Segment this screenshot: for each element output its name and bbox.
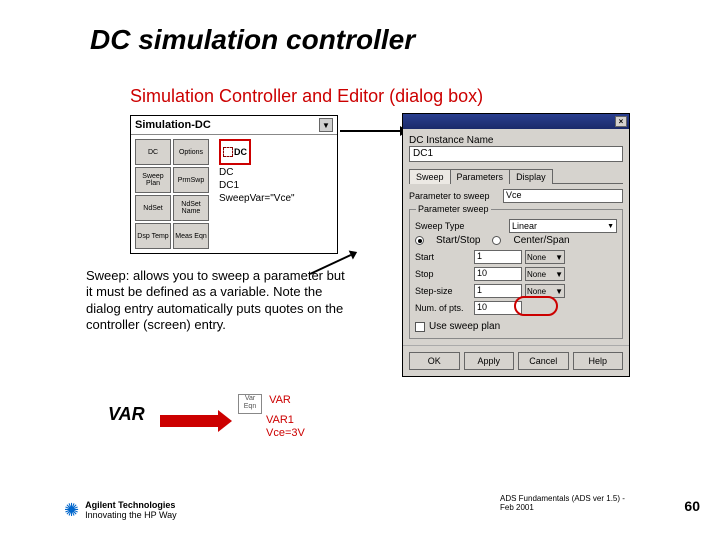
footer-right: ADS Fundamentals (ADS ver 1.5) - Feb 200… — [500, 494, 640, 512]
use-sweep-plan-checkbox[interactable] — [415, 322, 425, 332]
param-sweep-label: Parameter to sweep — [409, 191, 499, 201]
palette-btn-meas-eqn[interactable]: Meas Eqn — [173, 223, 209, 249]
sweep-type-label: Sweep Type — [415, 221, 505, 231]
start-input[interactable]: 1 — [474, 250, 522, 264]
palette-btn-sweep-plan[interactable]: Sweep Plan — [135, 167, 171, 193]
use-sweep-plan-label: Use sweep plan — [429, 321, 500, 332]
slide-title: DC simulation controller — [90, 24, 415, 56]
npts-label: Num. of pts. — [415, 303, 471, 313]
radio-start-stop-label: Start/Stop — [436, 235, 480, 246]
palette-btn-options[interactable]: Options — [173, 139, 209, 165]
var-heading: VAR — [108, 404, 145, 425]
dc-controller-icon[interactable]: DC — [219, 139, 251, 165]
instance-name-label: DC Instance Name — [409, 135, 623, 146]
instance-name-input[interactable]: DC1 — [409, 146, 623, 162]
sweep-type-select[interactable]: Linear▼ — [509, 219, 617, 233]
stop-input[interactable]: 10 — [474, 267, 522, 281]
editor-dialog: × DC Instance Name DC1 Sweep Parameters … — [402, 113, 630, 377]
palette-title: Simulation-DC — [135, 119, 211, 131]
arrow-icon — [340, 130, 400, 132]
var-block: Var Eqn VAR VAR1 Vce=3V — [238, 394, 305, 440]
fieldset-legend: Parameter sweep — [416, 204, 491, 214]
palette-header: Simulation-DC ▼ — [131, 116, 337, 135]
palette-btn-ndset[interactable]: NdSet — [135, 195, 171, 221]
dc-line-1: DC — [219, 167, 295, 178]
npts-input[interactable]: 10 — [474, 301, 522, 315]
help-button[interactable]: Help — [573, 352, 624, 370]
step-label: Step-size — [415, 286, 471, 296]
stop-unit-select[interactable]: None▼ — [525, 267, 565, 281]
dialog-titlebar: × — [403, 114, 629, 129]
var-line-2: VAR1 — [266, 414, 294, 426]
start-unit-select[interactable]: None▼ — [525, 250, 565, 264]
tab-sweep[interactable]: Sweep — [409, 169, 451, 184]
param-sweep-input[interactable]: Vce — [503, 189, 623, 203]
dc-line-2: DC1 — [219, 180, 295, 191]
agilent-spark-icon: ✺ — [64, 505, 79, 516]
close-icon[interactable]: × — [615, 116, 627, 127]
dc-line-3: SweepVar="Vce" — [219, 193, 295, 204]
stop-label: Stop — [415, 269, 471, 279]
dc-controller-icon-group: DC DC DC1 SweepVar="Vce" — [219, 139, 295, 249]
palette-window: Simulation-DC ▼ DC Sweep Plan NdSet Dsp … — [130, 115, 338, 254]
start-label: Start — [415, 252, 471, 262]
palette-dropdown-icon[interactable]: ▼ — [319, 118, 333, 132]
step-input[interactable]: 1 — [474, 284, 522, 298]
radio-center-span-label: Center/Span — [513, 235, 569, 246]
apply-button[interactable]: Apply — [464, 352, 515, 370]
sweep-description: Sweep: allows you to sweep a parameter b… — [86, 268, 346, 333]
parameter-sweep-fieldset: Parameter sweep Sweep Type Linear▼ Start… — [409, 209, 623, 339]
arrow-icon — [160, 415, 220, 427]
ok-button[interactable]: OK — [409, 352, 460, 370]
footer-logo: ✺ Agilent Technologies Innovating the HP… — [64, 501, 177, 520]
radio-start-stop[interactable] — [415, 236, 424, 245]
palette-btn-dsp-temp[interactable]: Dsp Temp — [135, 223, 171, 249]
slide-subtitle: Simulation Controller and Editor (dialog… — [130, 86, 483, 107]
palette-btn-prmswp[interactable]: PrmSwp — [173, 167, 209, 193]
tab-parameters[interactable]: Parameters — [450, 169, 511, 184]
palette-body: DC Sweep Plan NdSet Dsp Temp Options Prm… — [131, 135, 337, 253]
page-number: 60 — [684, 498, 700, 514]
palette-btn-dc[interactable]: DC — [135, 139, 171, 165]
tab-display[interactable]: Display — [509, 169, 553, 184]
radio-center-span[interactable] — [492, 236, 501, 245]
var-line-1: VAR — [269, 394, 291, 406]
var-eqn-icon: Var Eqn — [238, 394, 262, 414]
palette-btn-ndset-name[interactable]: NdSet Name — [173, 195, 209, 221]
step-unit-select[interactable]: None▼ — [525, 284, 565, 298]
cancel-button[interactable]: Cancel — [518, 352, 569, 370]
footer-tagline: Innovating the HP Way — [85, 511, 177, 520]
dialog-tabs: Sweep Parameters Display — [409, 168, 623, 184]
var-line-3: Vce=3V — [266, 427, 305, 439]
